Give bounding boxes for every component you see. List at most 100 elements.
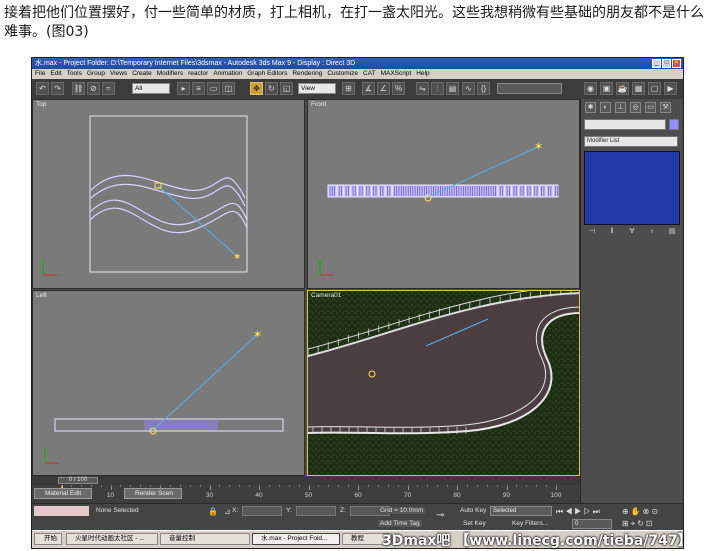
bind-spacewarp-icon[interactable]: ≈ xyxy=(102,82,115,95)
display-tab-icon[interactable]: ▭ xyxy=(645,102,656,113)
maximize-button[interactable]: □ xyxy=(662,59,671,68)
x-coord-field[interactable] xyxy=(242,506,282,516)
create-tab-icon[interactable]: ✱ xyxy=(585,102,596,113)
render-scene-taskbar[interactable]: Render Scen xyxy=(124,488,182,499)
render-type-icon[interactable]: ▦ xyxy=(632,82,645,95)
percent-snap-icon[interactable]: % xyxy=(392,82,405,95)
taskbar-item-1[interactable]: 音量控制 xyxy=(160,533,250,545)
viewport-nav-icon-2[interactable]: ⊞⌖↻⊡ xyxy=(622,519,655,529)
set-key-button[interactable]: Set Key xyxy=(463,520,486,527)
named-selection-icon[interactable]: {} xyxy=(477,82,490,95)
current-frame-field[interactable]: 0 xyxy=(572,519,612,529)
viewport-top[interactable]: Top ✶ xyxy=(32,99,305,289)
auto-key-button[interactable]: Auto Key xyxy=(460,507,486,514)
modifier-stack[interactable] xyxy=(584,151,680,225)
track-bar[interactable]: ▥ 102030405060708090100 xyxy=(32,485,580,503)
angle-snap-icon[interactable]: ∠ xyxy=(377,82,390,95)
select-link-icon[interactable]: ⛓ xyxy=(72,82,85,95)
absolute-mode-icon[interactable]: ⊿ xyxy=(224,507,231,516)
modify-tab-icon[interactable]: ◐ xyxy=(600,102,611,113)
viewport-camera[interactable]: Camera01 xyxy=(307,290,580,476)
rotate-icon[interactable]: ↻ xyxy=(265,82,278,95)
remove-modifier-icon[interactable]: ♁ xyxy=(647,227,657,237)
lock-selection-icon[interactable]: 🔒 xyxy=(208,507,218,516)
taskbar-item-0[interactable]: 火星时代动画太社区 - ... xyxy=(66,533,158,545)
select-by-name-icon[interactable]: ≡ xyxy=(192,82,205,95)
unlink-icon[interactable]: ⊘ xyxy=(87,82,100,95)
time-slider[interactable]: 0 / 100 xyxy=(58,477,98,484)
menu-edit[interactable]: Edit xyxy=(50,69,61,79)
undo-icon[interactable]: ↶ xyxy=(36,82,49,95)
motion-tab-icon[interactable]: ◎ xyxy=(630,102,641,113)
menu-animation[interactable]: Animation xyxy=(213,69,242,79)
timeline-tick-label: 60 xyxy=(354,492,362,499)
selection-status: None Selected xyxy=(96,507,139,514)
pivot-icon[interactable]: ⊞ xyxy=(342,82,355,95)
render-frame-icon[interactable]: ▢ xyxy=(648,82,661,95)
curve-editor-icon[interactable]: ∿ xyxy=(462,82,475,95)
menu-group[interactable]: Group xyxy=(87,69,105,79)
object-color-swatch[interactable] xyxy=(669,119,679,130)
menu-views[interactable]: Views xyxy=(110,69,127,79)
y-coord-field[interactable] xyxy=(296,506,336,516)
quick-render-icon[interactable]: ☕ xyxy=(616,82,629,95)
viewport-front[interactable]: Front ✶ xyxy=(307,99,580,289)
layer-icon[interactable]: ▤ xyxy=(446,82,459,95)
timeline-minor-tick xyxy=(219,485,221,487)
window-crossing-icon[interactable]: ◫ xyxy=(222,82,235,95)
snap-toggle-icon[interactable]: ∡ xyxy=(362,82,375,95)
front-view-scene: ✶ xyxy=(319,141,559,276)
svg-text:✶: ✶ xyxy=(233,252,241,263)
menu-help[interactable]: Help xyxy=(416,69,429,79)
timeline-minor-tick xyxy=(328,485,330,487)
named-selection-set-field[interactable] xyxy=(497,83,562,94)
modifier-list-select[interactable]: Modifier List xyxy=(584,136,678,147)
taskbar-item-2[interactable]: 水.max - Project Fold... xyxy=(252,533,340,545)
rect-selection-icon[interactable]: ▭ xyxy=(207,82,220,95)
menu-reactor[interactable]: reactor xyxy=(188,69,208,79)
menu-tools[interactable]: Tools xyxy=(67,69,82,79)
add-time-tag-button[interactable]: Add Time Tag xyxy=(378,520,422,527)
hierarchy-tab-icon[interactable]: ⊥ xyxy=(615,102,626,113)
pin-stack-icon[interactable]: ⊣ xyxy=(587,227,597,237)
material-editor-taskbar[interactable]: Material Edit xyxy=(34,488,92,499)
timeline-minor-tick xyxy=(338,485,340,487)
minimize-button[interactable]: _ xyxy=(652,59,661,68)
start-button[interactable]: 开始 xyxy=(34,533,62,545)
render-scene-icon[interactable]: ▣ xyxy=(600,82,613,95)
show-end-result-icon[interactable]: ‖ xyxy=(607,227,617,237)
material-editor-icon[interactable]: ◉ xyxy=(584,82,597,95)
scale-icon[interactable]: ◱ xyxy=(280,82,293,95)
menu-customize[interactable]: Customize xyxy=(327,69,358,79)
time-slider-bar[interactable]: 0 / 100 xyxy=(32,476,580,485)
render-last-icon[interactable]: ▶ xyxy=(664,82,677,95)
menu-file[interactable]: File xyxy=(35,69,45,79)
align-icon[interactable]: ⫶ xyxy=(431,82,444,95)
menu-rendering[interactable]: Rendering xyxy=(292,69,322,79)
menu-create[interactable]: Create xyxy=(132,69,152,79)
maxscript-listener[interactable] xyxy=(34,506,89,516)
ref-coord-select[interactable]: View xyxy=(298,83,336,94)
menu-maxscript[interactable]: MAXScript xyxy=(381,69,412,79)
select-object-icon[interactable]: ▸ xyxy=(177,82,190,95)
menu-cat[interactable]: CAT xyxy=(363,69,376,79)
close-button[interactable]: × xyxy=(672,59,681,68)
selection-filter-select[interactable]: All xyxy=(132,83,170,94)
make-unique-icon[interactable]: ∀ xyxy=(627,227,637,237)
menu-graph-editors[interactable]: Graph Editors xyxy=(247,69,287,79)
timeline-minor-tick xyxy=(377,485,379,487)
mirror-icon[interactable]: ⇋ xyxy=(416,82,429,95)
key-filters-button[interactable]: Key Filters... xyxy=(512,520,548,527)
configure-sets-icon[interactable]: ▤ xyxy=(667,227,677,237)
utilities-tab-icon[interactable]: ⚒ xyxy=(660,102,671,113)
key-mode-select[interactable]: Selected xyxy=(490,506,552,516)
viewport-nav-icon[interactable]: ⊕✋⊗⊙ xyxy=(622,507,660,516)
timeline-minor-tick xyxy=(536,485,538,487)
window-titlebar: 水.max - Project Folder: D:\Temporary Int… xyxy=(32,58,683,69)
menu-modifiers[interactable]: Modifiers xyxy=(157,69,183,79)
object-name-field[interactable] xyxy=(584,119,666,130)
redo-icon[interactable]: ↷ xyxy=(51,82,64,95)
playback-controls-icon[interactable]: ⏮◀▶▷⏭ xyxy=(556,507,602,517)
viewport-left[interactable]: Left ✶ xyxy=(32,290,305,476)
move-icon[interactable]: ✥ xyxy=(250,82,263,95)
